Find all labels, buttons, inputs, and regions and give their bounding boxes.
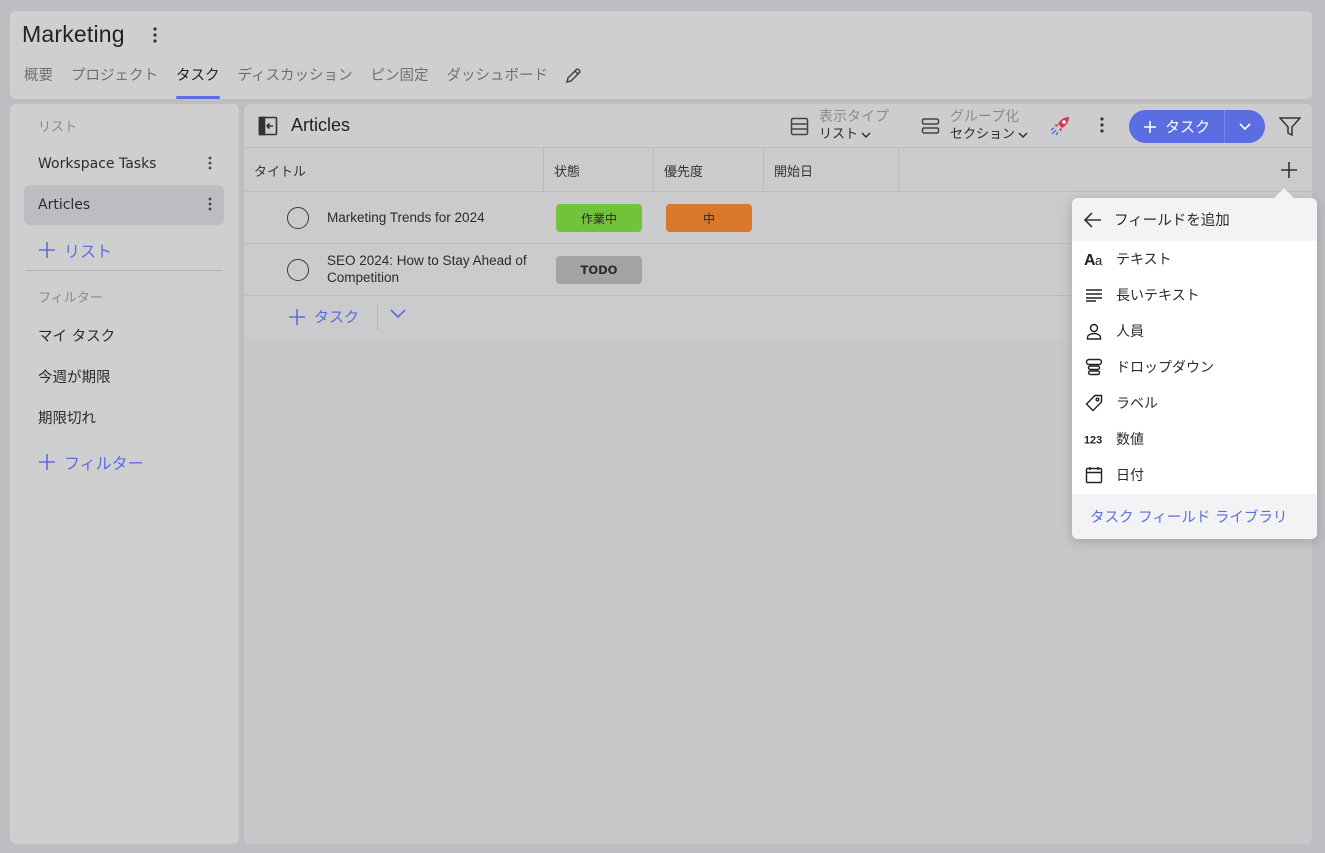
more-vertical-icon[interactable] <box>208 197 212 211</box>
group-rows-icon <box>921 117 940 136</box>
tab-bar: 概要 プロジェクト タスク ディスカッション ピン固定 ダッシュボード <box>24 65 584 99</box>
add-task-button[interactable]: タスク <box>1129 110 1225 143</box>
add-task-options-button[interactable] <box>1225 110 1265 143</box>
plus-icon <box>38 453 56 471</box>
menu-item-date[interactable]: 日付 <box>1072 457 1317 493</box>
tab-tasks[interactable]: タスク <box>176 65 220 99</box>
plus-icon <box>288 308 306 326</box>
task-title[interactable]: SEO 2024: How to Stay Ahead of Competiti… <box>327 252 537 286</box>
svg-text:a: a <box>1095 253 1103 267</box>
task-title[interactable]: Marketing Trends for 2024 <box>327 209 537 226</box>
add-filter-button[interactable]: フィルター <box>38 450 144 474</box>
sidebar: リスト Workspace Tasks Articles リスト フィルター マ… <box>10 104 239 844</box>
inline-add-task-button[interactable]: タスク <box>288 306 359 327</box>
add-task-split-button: タスク <box>1129 110 1265 143</box>
column-header-status[interactable]: 状態 <box>544 148 654 192</box>
sidebar-divider <box>26 270 222 271</box>
lists-heading: リスト <box>38 120 78 135</box>
menu-item-label: 数値 <box>1116 432 1144 448</box>
list-toolbar: Articles 表示タイプ リスト グループ化 セクション タスク <box>244 104 1312 148</box>
chevron-down-icon[interactable] <box>390 309 406 319</box>
menu-item-number[interactable]: 123 数値 <box>1072 421 1317 457</box>
add-task-label: タスク <box>1164 118 1210 136</box>
long-text-icon <box>1084 285 1104 305</box>
number-icon: 123 <box>1084 429 1104 449</box>
inline-add-task-label: タスク <box>314 308 360 326</box>
add-field-menu-header: フィールドを追加 <box>1072 198 1317 241</box>
add-field-menu: フィールドを追加 Aa テキスト 長いテキスト 人員 ドロップダウン ラベル 1… <box>1072 198 1317 539</box>
menu-item-text[interactable]: Aa テキスト <box>1072 241 1317 277</box>
add-filter-label: フィルター <box>64 454 144 473</box>
filter-overdue[interactable]: 期限切れ <box>38 407 96 428</box>
chevron-down-icon <box>1239 122 1251 131</box>
collapse-sidebar-icon[interactable] <box>258 116 278 136</box>
add-list-button[interactable]: リスト <box>38 238 112 262</box>
add-column-icon[interactable] <box>1280 161 1298 179</box>
divider <box>377 304 378 330</box>
more-vertical-icon[interactable] <box>148 24 162 46</box>
menu-item-label-tag[interactable]: ラベル <box>1072 385 1317 421</box>
menu-item-long-text[interactable]: 長いテキスト <box>1072 277 1317 313</box>
status-badge[interactable]: TODO <box>556 256 642 284</box>
table-layout-icon <box>790 117 809 136</box>
menu-item-label: ドロップダウン <box>1116 360 1214 376</box>
column-header-start-date[interactable]: 開始日 <box>764 148 899 192</box>
menu-item-person[interactable]: 人員 <box>1072 313 1317 349</box>
sidebar-item-label: Articles <box>38 197 91 213</box>
more-vertical-icon[interactable] <box>1100 117 1104 133</box>
tab-projects[interactable]: プロジェクト <box>71 65 158 99</box>
complete-checkbox[interactable] <box>287 259 309 281</box>
task-field-library-link[interactable]: タスク フィールド ライブラリ <box>1072 494 1317 539</box>
priority-badge[interactable]: 中 <box>666 204 752 232</box>
group-by-label: グループ化 <box>950 109 1020 125</box>
rocket-icon[interactable] <box>1049 115 1071 137</box>
sidebar-item-workspace-tasks[interactable]: Workspace Tasks <box>24 144 224 184</box>
chevron-down-icon <box>861 132 871 139</box>
calendar-icon <box>1084 465 1104 485</box>
tab-overview[interactable]: 概要 <box>24 65 53 99</box>
add-field-menu-title: フィールドを追加 <box>1114 213 1230 229</box>
group-by-selector[interactable]: グループ化 セクション <box>921 108 1028 144</box>
filter-due-this-week[interactable]: 今週が期限 <box>38 366 111 387</box>
filter-icon[interactable] <box>1279 117 1301 137</box>
view-type-value: リスト <box>819 127 859 142</box>
menu-item-label: 日付 <box>1116 468 1144 484</box>
complete-checkbox[interactable] <box>287 207 309 229</box>
person-icon <box>1084 321 1104 341</box>
column-header-title[interactable]: タイトル <box>244 148 544 192</box>
plus-icon <box>1143 120 1157 134</box>
tab-dashboard[interactable]: ダッシュボード <box>446 65 548 99</box>
view-type-label: 表示タイプ <box>819 109 889 125</box>
plus-icon <box>38 241 56 259</box>
page-title: Marketing <box>22 21 125 47</box>
group-by-value: セクション <box>950 127 1016 142</box>
column-header-priority[interactable]: 優先度 <box>654 148 764 192</box>
menu-item-label: テキスト <box>1116 252 1172 268</box>
filters-heading: フィルター <box>38 291 103 306</box>
menu-item-label: ラベル <box>1116 396 1158 412</box>
menu-item-label: 長いテキスト <box>1116 288 1200 304</box>
tag-icon <box>1084 393 1104 413</box>
sidebar-item-articles[interactable]: Articles <box>24 185 224 225</box>
more-vertical-icon[interactable] <box>208 156 212 170</box>
view-type-selector[interactable]: 表示タイプ リスト <box>790 108 889 144</box>
dropdown-icon <box>1084 357 1104 377</box>
status-badge[interactable]: 作業中 <box>556 204 642 232</box>
menu-item-label: 人員 <box>1116 324 1144 340</box>
sidebar-item-label: Workspace Tasks <box>38 156 157 172</box>
pencil-icon[interactable] <box>564 65 584 87</box>
workspace-header: Marketing 概要 プロジェクト タスク ディスカッション ピン固定 ダッ… <box>10 11 1312 99</box>
svg-text:123: 123 <box>1084 435 1102 446</box>
add-list-label: リスト <box>64 242 113 261</box>
tab-pinned[interactable]: ピン固定 <box>370 65 428 99</box>
menu-item-dropdown[interactable]: ドロップダウン <box>1072 349 1317 385</box>
chevron-down-icon <box>1018 132 1028 139</box>
list-title: Articles <box>291 115 351 135</box>
table-header: タイトル 状態 優先度 開始日 <box>244 148 1312 192</box>
filter-my-tasks[interactable]: マイ タスク <box>38 325 115 346</box>
arrow-left-icon[interactable] <box>1084 211 1102 228</box>
text-format-icon: Aa <box>1084 249 1104 269</box>
tab-discussions[interactable]: ディスカッション <box>238 65 353 99</box>
